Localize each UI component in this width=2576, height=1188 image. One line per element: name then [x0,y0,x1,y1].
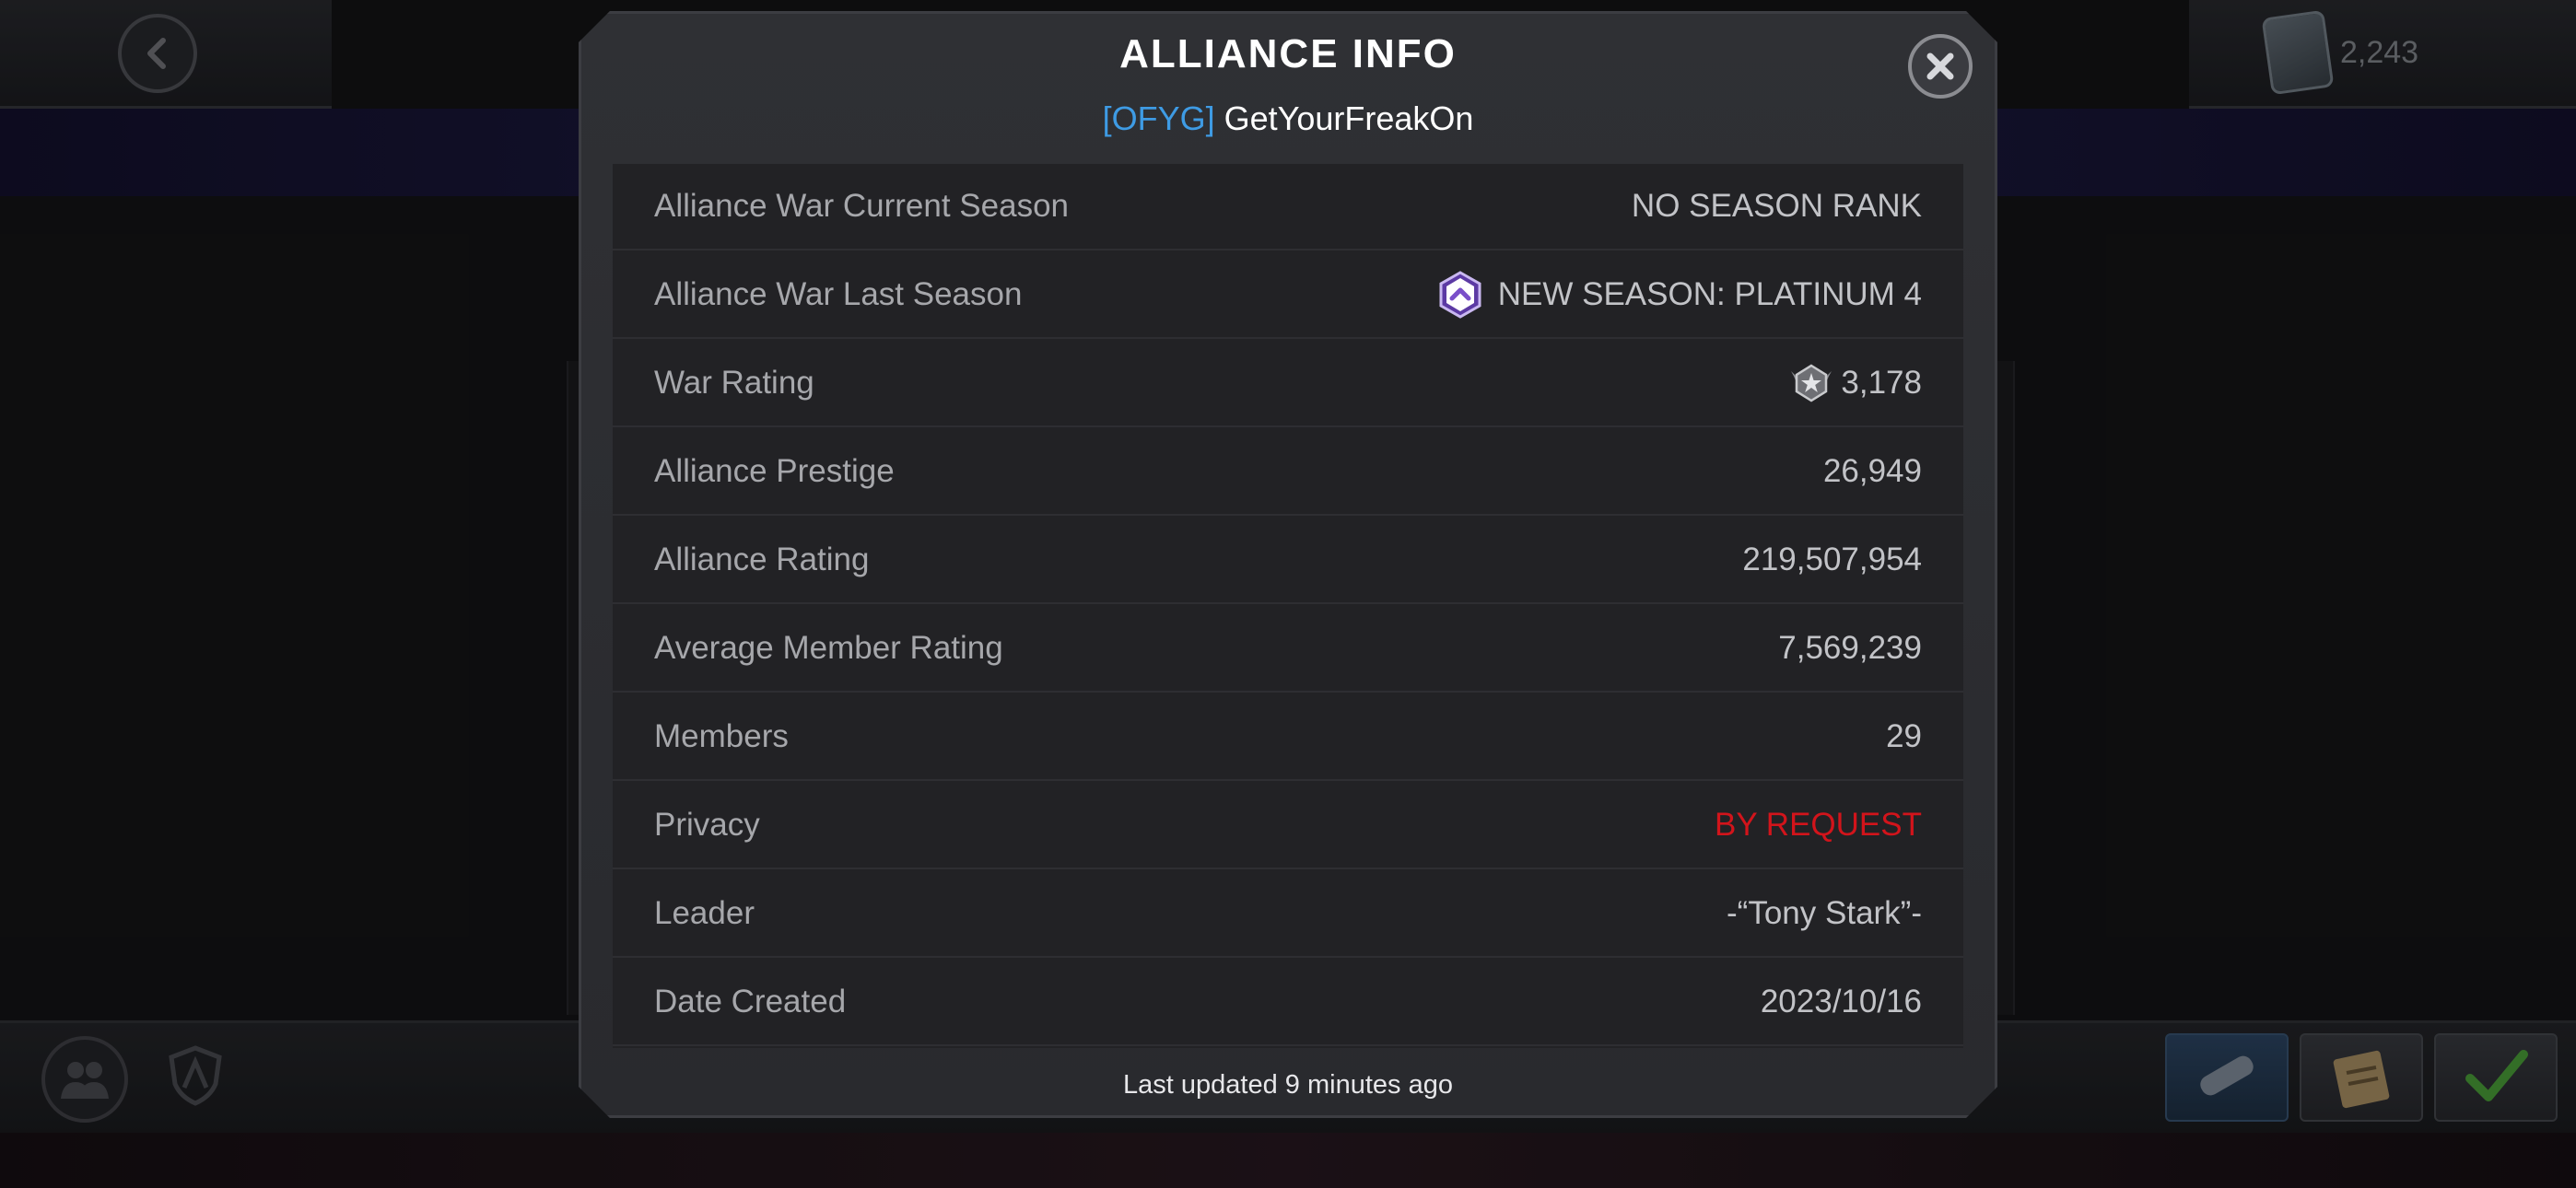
row-value: NO SEASON RANK [1631,188,1922,224]
row-label: Members [654,718,789,754]
row-label: Privacy [654,807,760,843]
row-war-current-season: Alliance War Current Season NO SEASON RA… [613,164,1963,250]
last-season-value: NEW SEASON: PLATINUM 4 [1497,276,1922,312]
war-rating-value: 3,178 [1841,365,1922,401]
row-alliance-prestige: Alliance Prestige 26,949 [613,429,1963,516]
row-label: Alliance War Last Season [654,276,1023,312]
alliance-tag: [OFYG] [1102,99,1215,137]
row-privacy: Privacy BY REQUEST [613,783,1963,869]
row-label: Date Created [654,984,847,1019]
close-icon [1926,52,1954,80]
alliance-info-dialog: ALLIANCE INFO [OFYG] GetYourFreakOn Alli… [579,11,1997,1118]
row-value: 2023/10/16 [1760,984,1922,1019]
row-label: Leader [654,895,755,931]
close-button[interactable] [1908,34,1973,99]
row-war-rating: War Rating 3,178 [613,341,1963,427]
row-alliance-rating: Alliance Rating 219,507,954 [613,518,1963,604]
war-rating-icon [1791,364,1832,402]
row-leader: Leader -“Tony Stark”- [613,871,1963,958]
row-value: NEW SEASON: PLATINUM 4 [1439,271,1922,319]
leader-name-value[interactable]: -“Tony Stark”- [1727,895,1922,932]
row-war-last-season: Alliance War Last Season NEW SEASON: PLA… [613,252,1963,339]
row-members: Members 29 [613,694,1963,781]
row-date-created: Date Created 2023/10/16 [613,960,1963,1046]
alliance-name-line: [OFYG] GetYourFreakOn [579,99,1997,138]
game-screen: 2,243 ALLIANCE INFO [OFYG] GetYourFreakO… [0,0,2576,1188]
last-updated-text: Last updated 9 minutes ago [1123,1070,1453,1100]
row-label: Average Member Rating [654,630,1003,666]
row-label: Alliance Prestige [654,453,895,489]
platinum-rank-badge-icon [1439,271,1481,319]
alliance-name: GetYourFreakOn [1224,99,1474,137]
row-label: Alliance War Current Season [654,188,1070,224]
row-value: 7,569,239 [1778,630,1922,666]
privacy-status-value: BY REQUEST [1715,807,1922,843]
row-value: 219,507,954 [1742,542,1922,577]
row-value: 26,949 [1822,453,1922,489]
dialog-title: ALLIANCE INFO [1119,31,1457,76]
row-value: 29 [1886,718,1922,754]
row-average-member-rating: Average Member Rating 7,569,239 [613,606,1963,693]
row-value: 3,178 [1787,362,1922,404]
row-label: Alliance Rating [654,542,870,577]
row-label: War Rating [654,365,814,401]
alliance-info-table[interactable]: Alliance War Current Season NO SEASON RA… [613,164,1963,1048]
